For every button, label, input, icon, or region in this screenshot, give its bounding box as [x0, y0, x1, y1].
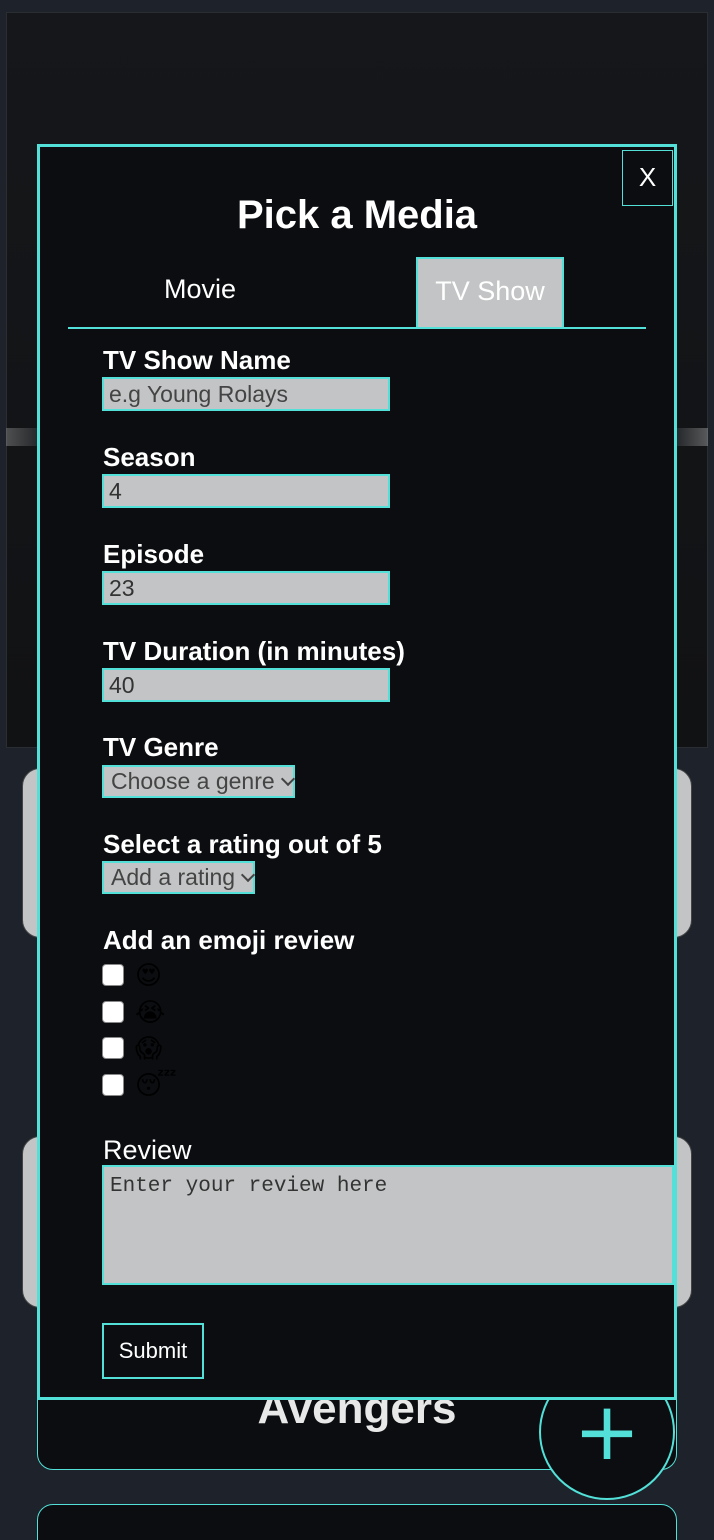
- genre-select-value: Choose a genre: [111, 768, 275, 794]
- emoji-checkbox[interactable]: [102, 1001, 124, 1023]
- crying-emoji: 😭: [135, 997, 166, 1027]
- pick-media-modal: X Pick a Media Movie TV Show TV Show Nam…: [37, 144, 677, 1400]
- screaming-emoji: 😱: [135, 1033, 163, 1063]
- show-name-input[interactable]: e.g Young Rolays: [102, 377, 390, 411]
- duration-input[interactable]: 40: [102, 668, 390, 702]
- season-input[interactable]: 4: [102, 474, 390, 508]
- episode-input[interactable]: 23: [102, 571, 390, 605]
- chevron-down-icon: [280, 771, 295, 787]
- heart-eyes-emoji: 😍: [135, 960, 163, 990]
- sleeping-emoji: 😴: [135, 1070, 177, 1100]
- show-name-label: TV Show Name: [103, 345, 291, 375]
- tab-movie[interactable]: Movie: [130, 257, 270, 327]
- review-textarea[interactable]: Enter your review here: [102, 1165, 674, 1285]
- emoji-checkbox[interactable]: [102, 1037, 124, 1059]
- chevron-down-icon: [240, 867, 256, 883]
- episode-label: Episode: [103, 539, 205, 569]
- emoji-review-label: Add an emoji review: [103, 925, 355, 955]
- emoji-checkbox[interactable]: [102, 964, 124, 986]
- review-label: Review: [103, 1135, 192, 1165]
- modal-title: Pick a Media: [236, 193, 478, 237]
- genre-select[interactable]: Choose a genre: [102, 765, 295, 798]
- rating-label: Select a rating out of 5: [103, 829, 382, 859]
- duration-label: TV Duration (in minutes): [103, 636, 405, 666]
- rating-select-value: Add a rating: [111, 864, 236, 890]
- media-type-tabs: Movie TV Show: [68, 257, 646, 329]
- genre-label: TV Genre: [103, 732, 219, 762]
- media-panel: [37, 1504, 677, 1540]
- emoji-checkbox[interactable]: [102, 1074, 124, 1096]
- season-label: Season: [103, 442, 196, 472]
- tab-tv-show[interactable]: TV Show: [416, 257, 564, 327]
- submit-button[interactable]: Submit: [102, 1323, 204, 1379]
- rating-select[interactable]: Add a rating: [102, 861, 256, 894]
